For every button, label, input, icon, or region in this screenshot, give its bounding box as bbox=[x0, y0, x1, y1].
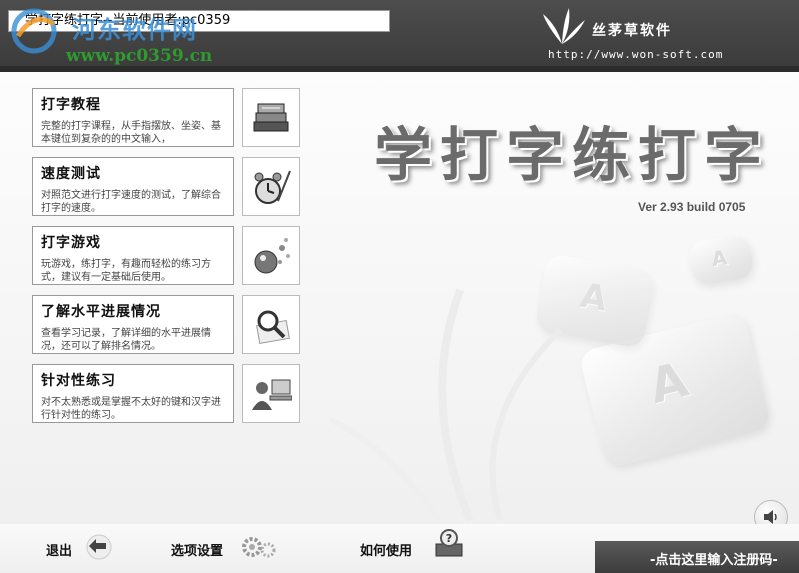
menu-text-box: 打字游戏 玩游戏，练打字，有趣而轻松的练习方式，建议有一定基础后使用。 bbox=[32, 226, 234, 285]
help-label: 如何使用 bbox=[360, 544, 413, 559]
menu-icon-box[interactable] bbox=[242, 364, 300, 423]
background-leaves bbox=[328, 288, 563, 522]
brand-grass-logo-icon bbox=[543, 8, 585, 44]
menu-item-description: 完整的打字课程，从手指摆放、坐姿、基本键位到复杂的的中文输入， bbox=[41, 121, 221, 145]
menu-item-targeted-practice[interactable]: 针对性练习 对不太熟悉或是掌握不太好的键和汉字进行针对性的练习。 bbox=[32, 364, 302, 423]
books-icon bbox=[253, 103, 289, 131]
menu-item-title: 打字游戏 bbox=[41, 235, 101, 251]
options-label: 选项设置 bbox=[171, 544, 224, 559]
menu-item-title: 速度测试 bbox=[41, 166, 101, 182]
app-main-title: 学打字练打字 bbox=[374, 121, 771, 189]
watermark-url: www.pc0359.cn bbox=[66, 46, 213, 66]
menu-text-box: 了解水平进展情况 查看学习记录，了解详细的水平进展情况，还可以了解排名情况。 bbox=[32, 295, 234, 354]
watermark-site-name: 河东软件网 bbox=[72, 16, 197, 44]
gear-icon[interactable] bbox=[240, 534, 278, 560]
alarm-clock-icon bbox=[254, 170, 291, 204]
version-label: Ver 2.93 build 0705 bbox=[638, 200, 746, 214]
brand-name: 丝茅草软件 bbox=[592, 23, 672, 39]
help-question-icon[interactable]: ? bbox=[432, 528, 466, 560]
menu-item-description: 对照范文进行打字速度的测试，了解综合打字的速度。 bbox=[41, 190, 221, 214]
menu-text-box: 针对性练习 对不太熟悉或是掌握不太好的键和汉字进行针对性的练习。 bbox=[32, 364, 234, 423]
user-computer-icon bbox=[252, 379, 292, 410]
brand-url: http://www.won-soft.com bbox=[548, 48, 724, 61]
menu-item-title: 了解水平进展情况 bbox=[41, 304, 161, 320]
help-button[interactable]: 如何使用 bbox=[360, 540, 412, 559]
game-icon bbox=[254, 237, 290, 273]
menu-item-title: 打字教程 bbox=[41, 97, 101, 113]
exit-arrow-icon[interactable] bbox=[82, 534, 116, 560]
menu-item-typing-tutorial[interactable]: 打字教程 完整的打字课程，从手指摆放、坐姿、基本键位到复杂的的中文输入， bbox=[32, 88, 302, 147]
exit-button[interactable]: 退出 bbox=[46, 540, 72, 559]
menu-item-progress[interactable]: 了解水平进展情况 查看学习记录，了解详细的水平进展情况，还可以了解排名情况。 bbox=[32, 295, 302, 354]
watermark-logo-icon bbox=[11, 8, 57, 54]
header-divider bbox=[0, 66, 799, 72]
app-window: A A A 学打字练打字--当前使用者:pc0359 河东软件网 www.pc0… bbox=[0, 0, 799, 573]
menu-item-description: 玩游戏，练打字，有趣而轻松的练习方式，建议有一定基础后使用。 bbox=[41, 259, 211, 283]
menu-item-speed-test[interactable]: 速度测试 对照范文进行打字速度的测试，了解综合打字的速度。 bbox=[32, 157, 302, 216]
menu-item-typing-game[interactable]: 打字游戏 玩游戏，练打字，有趣而轻松的练习方式，建议有一定基础后使用。 bbox=[32, 226, 302, 285]
exit-label: 退出 bbox=[46, 544, 73, 559]
register-code-link[interactable]: -点击这里输入注册码- bbox=[650, 549, 778, 568]
options-button[interactable]: 选项设置 bbox=[171, 540, 223, 559]
menu-icon-box[interactable] bbox=[242, 226, 300, 285]
magnifier-icon bbox=[256, 310, 290, 344]
menu-item-description: 对不太熟悉或是掌握不太好的键和汉字进行针对性的练习。 bbox=[41, 397, 221, 421]
menu-icon-box[interactable] bbox=[242, 88, 300, 147]
menu-icon-box[interactable] bbox=[242, 157, 300, 216]
svg-text:?: ? bbox=[446, 532, 452, 545]
menu-text-box: 速度测试 对照范文进行打字速度的测试，了解综合打字的速度。 bbox=[32, 157, 234, 216]
menu-icon-box[interactable] bbox=[242, 295, 300, 354]
speaker-icon bbox=[764, 510, 777, 524]
menu-text-box: 打字教程 完整的打字课程，从手指摆放、坐姿、基本键位到复杂的的中文输入， bbox=[32, 88, 234, 147]
menu-item-description: 查看学习记录，了解详细的水平进展情况，还可以了解排名情况。 bbox=[41, 328, 211, 352]
menu-item-title: 针对性练习 bbox=[41, 373, 116, 389]
